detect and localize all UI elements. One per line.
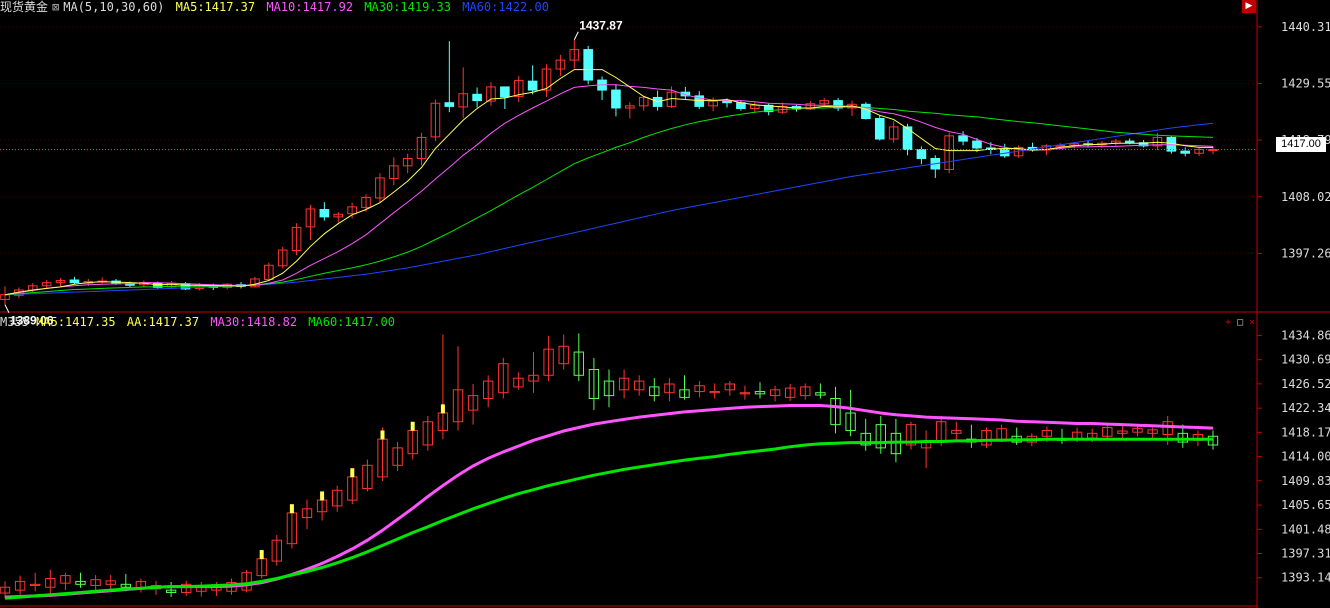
y-tick-label: 1414.00 <box>1281 450 1330 464</box>
y-tick-label: 1409.83 <box>1281 474 1330 488</box>
stock-chart: 1440.311429.551418.791408.021397.261434.… <box>0 0 1330 608</box>
close-icon[interactable]: × <box>1249 317 1255 328</box>
y-tick-label: 1408.02 <box>1281 190 1330 204</box>
y-tick-label: 1434.86 <box>1281 328 1330 342</box>
y-tick-label: 1405.65 <box>1281 498 1330 512</box>
candle-body <box>583 49 593 81</box>
indicator-ma60-value: MA60:1417.00 <box>308 315 395 329</box>
high-price-label: 1437.87 <box>579 19 623 33</box>
top-panel-legend: 现货黄金 ⊠ MA(5,10,30,60) MA5:1417.37 MA10:141… <box>0 0 553 14</box>
y-tick-label: 1393.14 <box>1281 571 1330 585</box>
signal-marker <box>259 550 264 560</box>
y-tick-label: 1422.34 <box>1281 401 1330 415</box>
candle-body <box>958 135 968 142</box>
signal-marker <box>320 491 325 501</box>
signal-marker <box>410 421 415 431</box>
indicator-ma30-value: MA30:1418.82 <box>210 315 298 329</box>
candle-body <box>972 140 982 149</box>
ma-params-label: MA(5,10,30,60) <box>63 0 165 14</box>
signal-marker <box>380 430 385 440</box>
candle-body <box>874 117 885 140</box>
ma10-line <box>4 84 1214 296</box>
candle-body <box>69 279 80 284</box>
y-tick-label: 1430.69 <box>1281 353 1330 367</box>
ma60-value: MA60:1422.00 <box>462 0 549 14</box>
candle-body <box>1180 150 1191 154</box>
y-tick-label: 1397.31 <box>1281 546 1330 560</box>
ma60-line <box>4 122 1214 296</box>
add-icon[interactable]: + <box>1225 317 1231 328</box>
high-pointer <box>573 31 579 40</box>
ma30-line <box>4 106 1214 296</box>
candle-body <box>916 149 927 159</box>
signal-marker <box>440 404 445 414</box>
candle-body <box>527 80 538 91</box>
ma30-value: MA30:1419.33 <box>364 0 451 14</box>
y-tick-label: 1440.31 <box>1281 20 1330 34</box>
ma10-value: MA10:1417.92 <box>266 0 354 14</box>
panel-controls-icon[interactable]: + □ × <box>1225 317 1255 328</box>
maximize-icon[interactable]: □ <box>1237 317 1243 328</box>
candle-body <box>722 100 732 104</box>
indicator-name: M355 <box>0 315 29 329</box>
indicator-aa-value: AA:1417.37 <box>126 315 200 329</box>
bottom-panel-legend: M355 MA5:1417.35 AA:1417.37 MA30:1418.82… <box>0 315 399 329</box>
y-tick-label: 1401.48 <box>1281 522 1330 536</box>
candle-body <box>500 86 510 98</box>
y-tick-label: 1426.52 <box>1281 377 1330 391</box>
y-tick-label: 1418.17 <box>1281 425 1330 439</box>
candle-body <box>444 102 455 107</box>
y-tick-label: 1397.26 <box>1281 246 1330 260</box>
ma-settings-icon[interactable]: ⊠ <box>52 0 59 14</box>
current-price-tag: 1417.00 <box>1276 137 1326 152</box>
candle-body <box>861 103 871 119</box>
candle-body <box>472 93 482 102</box>
candle-body <box>1124 140 1135 144</box>
candle-body <box>611 89 621 109</box>
instrument-name: 现货黄金 <box>0 0 49 14</box>
indicator-ma60-line <box>4 437 1213 600</box>
expand-panel-icon[interactable]: ▶ <box>1242 0 1256 13</box>
y-tick-label: 1429.55 <box>1281 77 1330 91</box>
indicator-ma5-value: MA5:1417.35 <box>36 315 116 329</box>
signal-marker <box>289 504 294 514</box>
signal-marker <box>350 468 355 478</box>
candle-body <box>319 209 330 218</box>
ma5-value: MA5:1417.37 <box>175 0 256 14</box>
ma5-line <box>4 69 1213 296</box>
